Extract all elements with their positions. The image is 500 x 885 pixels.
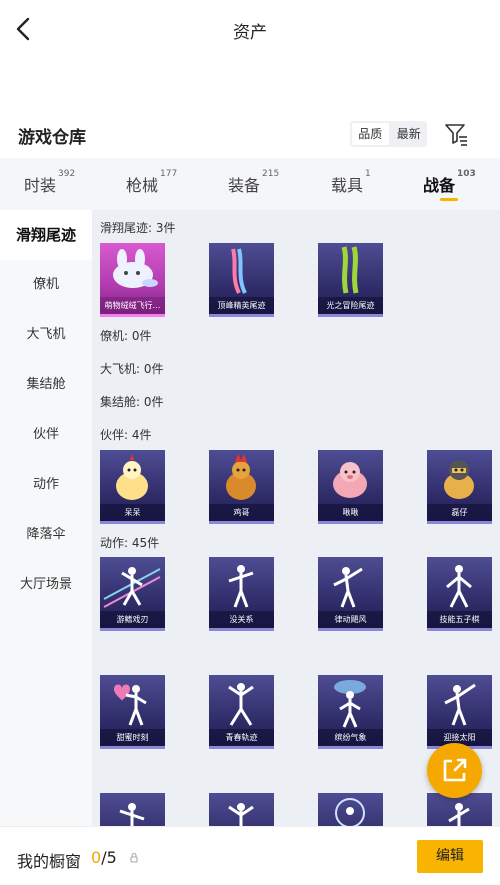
showcase-count-current: 0 bbox=[91, 848, 102, 867]
item-name: 磊仔 bbox=[427, 504, 492, 521]
tab-label: 战备 bbox=[423, 176, 456, 195]
sidebar-item-emote[interactable]: 动作 bbox=[0, 460, 92, 510]
shrug-emote-icon bbox=[228, 565, 254, 608]
sidebar-item-wingman[interactable]: 僚机 bbox=[0, 260, 92, 310]
item-card[interactable]: 游鳍戏刃 bbox=[100, 557, 165, 631]
gomoku-emote-icon bbox=[446, 565, 472, 608]
item-card[interactable]: 缤纷气象 bbox=[318, 675, 383, 749]
section-label-companion: 伙伴: 4件 bbox=[100, 428, 152, 442]
item-card[interactable]: 技能五子棋 bbox=[427, 557, 492, 631]
chick-companion-icon bbox=[116, 454, 148, 500]
bottom-bar: 我的橱窗 0/5 编辑 bbox=[0, 826, 500, 885]
tab-fashion[interactable]: 时装392 bbox=[24, 169, 76, 196]
item-card[interactable]: 呆呆 bbox=[100, 450, 165, 524]
item-card[interactable]: 甜蜜时刻 bbox=[100, 675, 165, 749]
sidebar-item-parachute[interactable]: 降落伞 bbox=[0, 510, 92, 560]
sidebar-item-companion[interactable]: 伙伴 bbox=[0, 410, 92, 460]
rooster-companion-icon bbox=[226, 454, 256, 500]
tab-label: 装备 bbox=[228, 176, 261, 195]
item-name: 顶峰精英尾迹 bbox=[209, 297, 274, 314]
item-card[interactable]: 青春轨迹 bbox=[209, 675, 274, 749]
edit-button[interactable]: 编辑 bbox=[417, 840, 483, 873]
item-card[interactable]: 顶峰精英尾迹 bbox=[209, 243, 274, 317]
item-name: 甜蜜时刻 bbox=[100, 729, 165, 746]
item-name: 光之冒险尾迹 bbox=[318, 297, 383, 314]
helmet-chick-companion-icon bbox=[444, 460, 474, 499]
tab-count: 392 bbox=[58, 169, 76, 179]
section-label-emote: 动作: 45件 bbox=[100, 536, 160, 550]
tab-battle-prep[interactable]: 战备103 bbox=[423, 169, 476, 201]
warehouse-title: 游戏仓库 bbox=[18, 128, 86, 148]
dance-emote-icon bbox=[103, 567, 161, 608]
item-name: 技能五子棋 bbox=[427, 611, 492, 628]
item-card[interactable]: 没关系 bbox=[209, 557, 274, 631]
section-label-glide-trail: 滑翔尾迹: 3件 bbox=[100, 221, 176, 235]
item-name: 没关系 bbox=[209, 611, 274, 628]
item-card[interactable]: 磊仔 bbox=[427, 450, 492, 524]
tab-equipment[interactable]: 装备215 bbox=[228, 169, 280, 196]
youth-track-emote-icon bbox=[228, 683, 254, 726]
pink-bird-companion-icon bbox=[333, 462, 367, 498]
sort-toggle: 品质 最新 bbox=[350, 121, 427, 147]
tab-count: 215 bbox=[262, 169, 280, 179]
sort-latest-option[interactable]: 最新 bbox=[391, 123, 428, 145]
adventure-trail-icon bbox=[341, 246, 359, 294]
item-name: 萌物绒绒飞行… bbox=[100, 297, 165, 314]
sweet-moment-emote-icon bbox=[114, 684, 147, 726]
section-label-big-plane: 大飞机: 0件 bbox=[100, 362, 164, 376]
item-card[interactable]: 啾啾 bbox=[318, 450, 383, 524]
item-card[interactable]: 鸡哥 bbox=[209, 450, 274, 524]
item-name: 鸡哥 bbox=[209, 504, 274, 521]
sidebar-item-glide-trail[interactable]: 滑翔尾迹 bbox=[0, 210, 92, 260]
weather-emote-icon bbox=[334, 680, 366, 728]
showcase-count-total: /5 bbox=[101, 848, 117, 867]
tab-count: 103 bbox=[457, 169, 476, 179]
tab-count: 1 bbox=[365, 169, 371, 179]
category-tabs: 时装392 枪械177 装备215 载具1 战备103 bbox=[0, 158, 500, 210]
item-name: 啾啾 bbox=[318, 504, 383, 521]
greet-sun-emote-icon bbox=[444, 683, 476, 726]
tab-count: 177 bbox=[160, 169, 178, 179]
item-name: 呆呆 bbox=[100, 504, 165, 521]
page-title: 资产 bbox=[233, 23, 267, 43]
sort-quality-option[interactable]: 品质 bbox=[352, 123, 389, 145]
item-name: 律动飓风 bbox=[318, 611, 383, 628]
tab-vehicles[interactable]: 载具1 bbox=[331, 169, 371, 196]
sidebar: 滑翔尾迹 僚机 大飞机 集结舱 伙伴 动作 降落伞 大厅场景 bbox=[0, 210, 92, 885]
item-name: 游鳍戏刃 bbox=[100, 611, 165, 628]
sidebar-item-assembly-pod[interactable]: 集结舱 bbox=[0, 360, 92, 410]
share-external-icon bbox=[443, 758, 467, 782]
tab-label: 时装 bbox=[24, 176, 57, 195]
item-name: 青春轨迹 bbox=[209, 729, 274, 746]
item-card[interactable]: 萌物绒绒飞行… bbox=[100, 243, 165, 317]
filter-icon[interactable] bbox=[443, 121, 469, 147]
item-card[interactable]: 光之冒险尾迹 bbox=[318, 243, 383, 317]
warehouse-header: 游戏仓库 品质 最新 bbox=[0, 115, 500, 155]
plush-bunny-icon bbox=[113, 249, 158, 288]
top-bar: 资产 bbox=[0, 0, 500, 60]
item-name: 缤纷气象 bbox=[318, 729, 383, 746]
showcase-label: 我的橱窗 bbox=[17, 852, 82, 871]
tab-guns[interactable]: 枪械177 bbox=[126, 169, 178, 196]
sidebar-item-big-plane[interactable]: 大飞机 bbox=[0, 310, 92, 360]
elite-trail-icon bbox=[231, 248, 247, 294]
rhythm-emote-icon bbox=[333, 567, 363, 608]
section-label-assembly-pod: 集结舱: 0件 bbox=[100, 395, 164, 409]
item-card[interactable]: 律动飓风 bbox=[318, 557, 383, 631]
section-label-wingman: 僚机: 0件 bbox=[100, 329, 152, 343]
tab-label: 载具 bbox=[331, 176, 364, 195]
share-fab-button[interactable] bbox=[427, 743, 482, 798]
sidebar-item-lobby-scene[interactable]: 大厅场景 bbox=[0, 560, 92, 610]
showcase-count: 0/5 bbox=[91, 848, 117, 867]
tab-label: 枪械 bbox=[126, 176, 159, 195]
lock-icon bbox=[130, 852, 138, 863]
item-card[interactable]: 迎接太阳 bbox=[427, 675, 492, 749]
